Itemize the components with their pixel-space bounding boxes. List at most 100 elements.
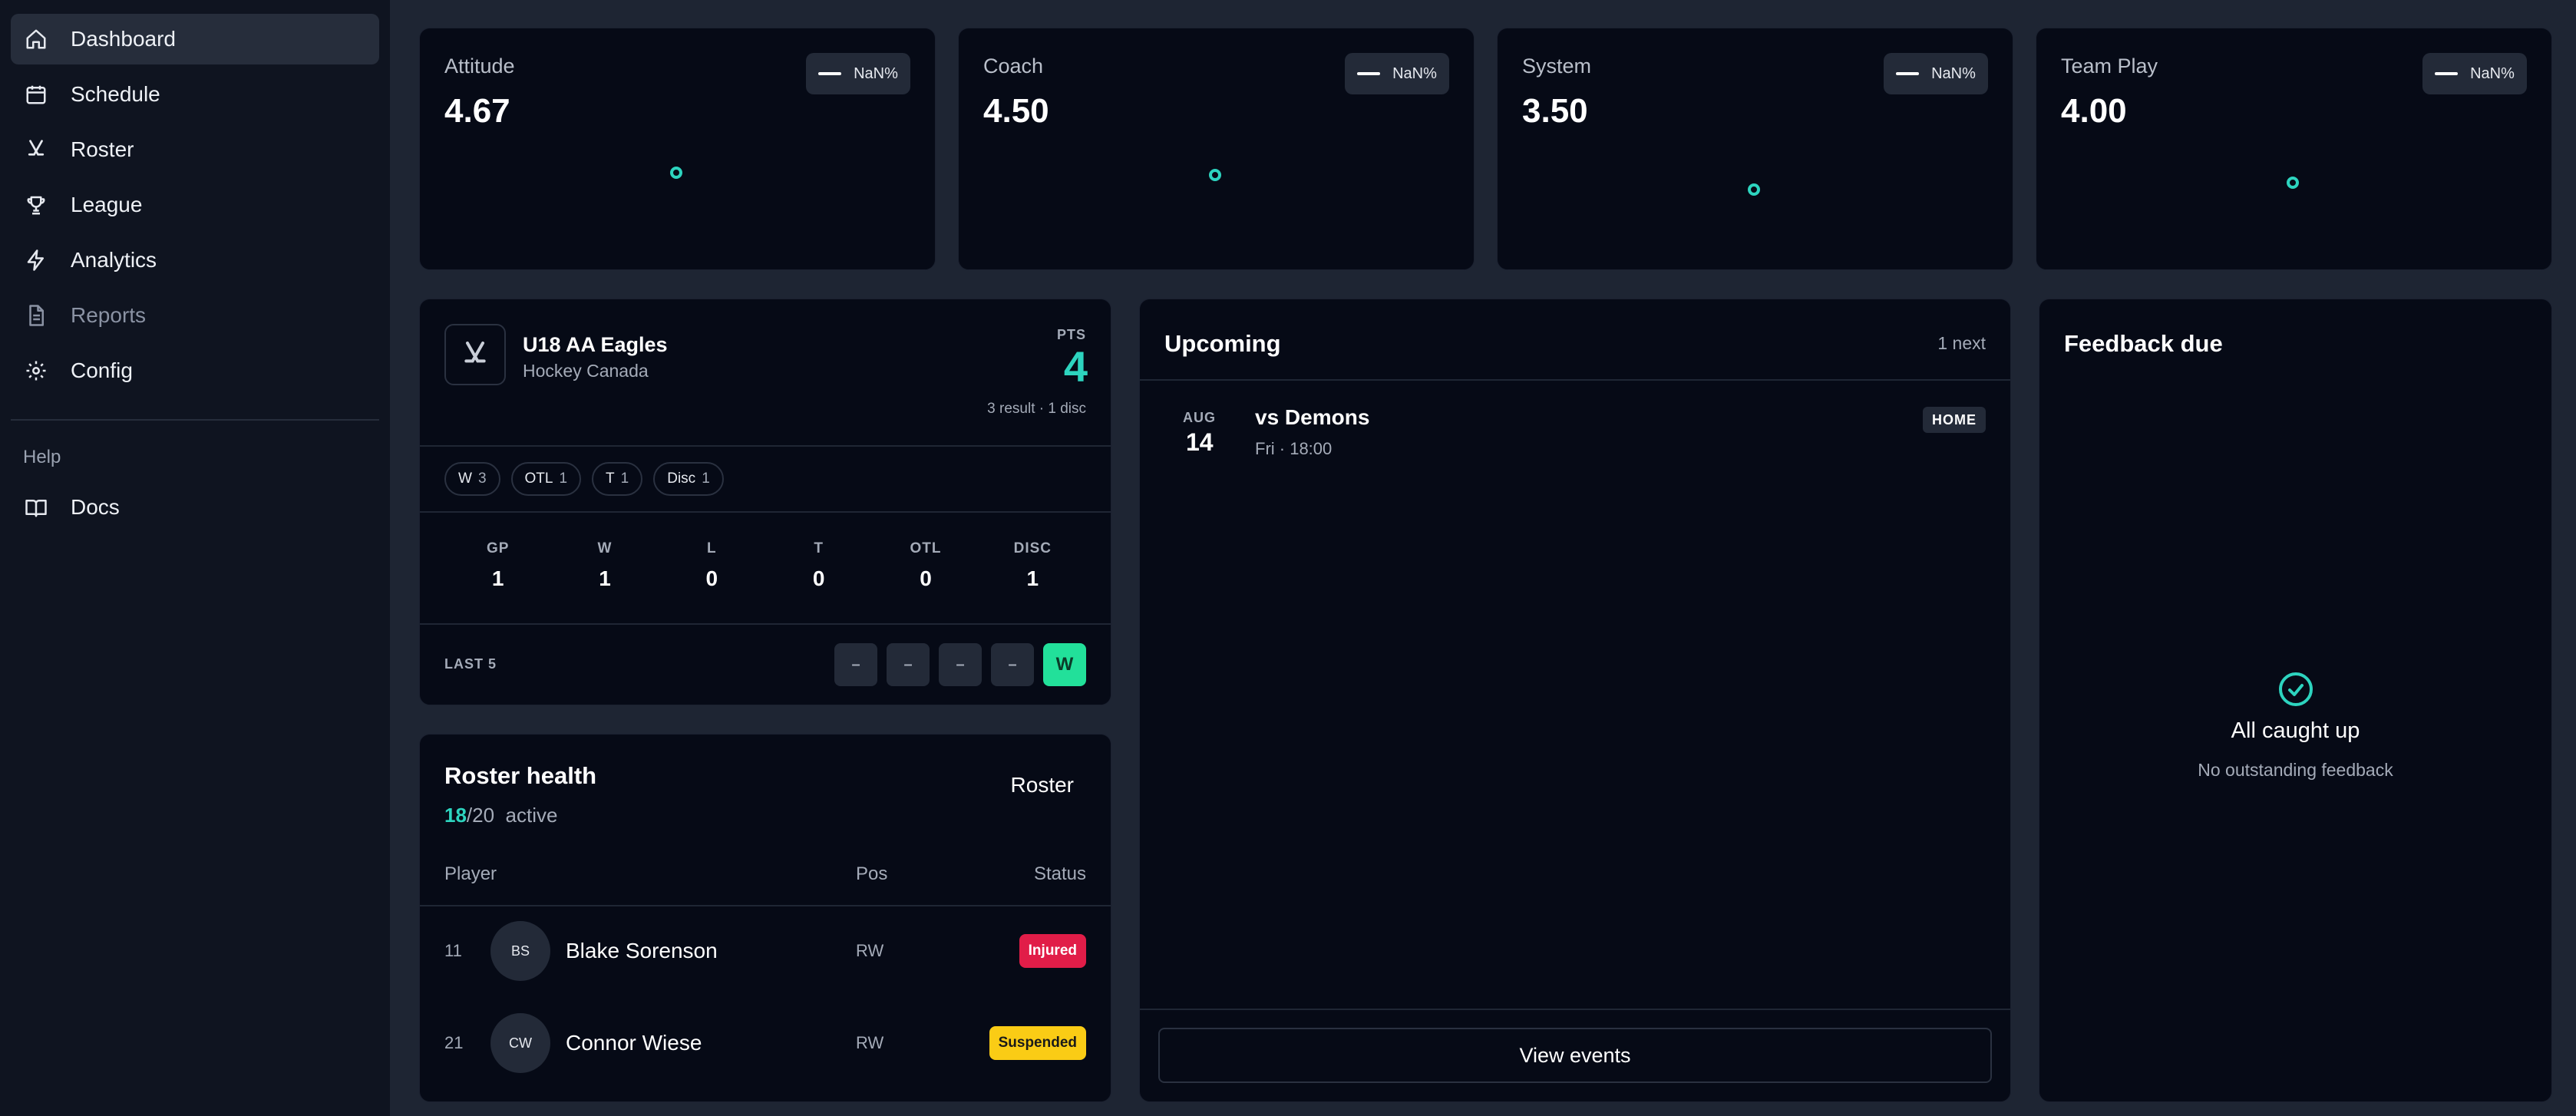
total-count: /20 — [466, 804, 495, 827]
metric-title: Coach — [983, 54, 1044, 78]
column-header-status: Status — [1033, 863, 1086, 884]
sparkline-point — [2287, 177, 2299, 189]
sparkline-point — [670, 167, 682, 179]
roster-health-title: Roster health — [444, 762, 597, 789]
calendar-icon — [23, 81, 49, 107]
hockey-sticks-icon — [464, 342, 486, 363]
stat-value: 1 — [1026, 566, 1039, 590]
sidebar-item-config[interactable]: Config — [11, 345, 379, 396]
document-icon — [23, 302, 49, 329]
dash-icon — [1896, 72, 1920, 75]
upcoming-count: 1 next — [1937, 333, 1986, 353]
book-icon — [23, 494, 49, 520]
player-number: 11 — [444, 941, 462, 960]
metric-value: 4.67 — [444, 92, 510, 130]
stat-label: T — [814, 540, 824, 556]
trend-badge: NaN% — [1884, 53, 1988, 94]
stats-row: GP 1 W1 L0 T0 OTL 0 DISC 1 — [444, 540, 1086, 591]
chip-label: W — [458, 471, 472, 487]
chip-label: OTL — [524, 471, 553, 487]
sidebar-item-league[interactable]: League — [11, 180, 379, 230]
result-box-win: W — [1043, 643, 1086, 686]
upcoming-card: Upcoming 1 next AUG 14 vs Demons Fri · 1… — [1139, 299, 2011, 1102]
trend-badge-label: NaN% — [1392, 64, 1437, 82]
active-count: 18/20 active — [444, 804, 557, 827]
points-summary: 3 result · 1 disc — [987, 401, 1086, 417]
sidebar-item-label: Analytics — [71, 248, 157, 272]
roster-health-card: Roster health 18/20 active Roster Player… — [419, 734, 1111, 1102]
stat-disc: DISC 1 — [979, 540, 1086, 591]
table-row[interactable]: 11 BS Blake Sorenson RW Injured — [420, 913, 1111, 989]
sidebar-item-label: Roster — [71, 137, 134, 161]
event-time: Fri · 18:00 — [1255, 439, 1333, 458]
trend-badge-label: NaN% — [2470, 64, 2515, 82]
trend-badge: NaN% — [806, 53, 910, 94]
sidebar-item-docs[interactable]: Docs — [11, 482, 379, 533]
dash-icon — [2435, 72, 2459, 75]
last5-results: – – – – W — [834, 643, 1086, 686]
view-events-button[interactable]: View events — [1158, 1028, 1992, 1083]
upcoming-title: Upcoming — [1164, 330, 1281, 357]
chip-count: 1 — [620, 471, 629, 487]
metric-value: 4.00 — [2061, 92, 2127, 130]
result-box: – — [991, 643, 1034, 686]
sidebar-item-label: Config — [71, 358, 133, 382]
event-month: AUG — [1183, 410, 1216, 425]
sparkline-point — [1748, 183, 1760, 196]
gear-icon — [23, 358, 49, 384]
event-day: 14 — [1186, 428, 1214, 456]
sidebar-divider — [11, 419, 379, 421]
home-icon — [23, 26, 49, 52]
team-name: U18 AA Eagles — [523, 333, 668, 356]
metric-card-team-play: Team Play 4.00 NaN% — [2036, 28, 2552, 270]
result-box: – — [887, 643, 930, 686]
column-header-pos: Pos — [856, 863, 888, 884]
sidebar-item-analytics[interactable]: Analytics — [11, 235, 379, 286]
metric-card-system: System 3.50 NaN% — [1497, 28, 2013, 270]
trend-badge-label: NaN% — [1931, 64, 1976, 82]
sidebar-item-schedule[interactable]: Schedule — [11, 69, 379, 120]
player-name: Blake Sorenson — [566, 939, 718, 962]
divider — [420, 623, 1111, 625]
sidebar-item-roster[interactable]: Roster — [11, 124, 379, 175]
home-badge: HOME — [1923, 407, 1986, 433]
stat-value: 1 — [599, 566, 611, 590]
chip-label: T — [606, 471, 615, 487]
chip-disc: Disc 1 — [653, 462, 724, 496]
sidebar-item-label: Dashboard — [71, 27, 176, 51]
metric-card-coach: Coach 4.50 NaN% — [958, 28, 1475, 270]
dash-icon — [1357, 72, 1381, 75]
player-number: 21 — [444, 1033, 464, 1052]
sidebar-item-label: League — [71, 193, 143, 216]
dash-icon — [818, 72, 842, 75]
chip-ties: T1 — [592, 462, 643, 496]
chip-count: 3 — [477, 471, 487, 487]
stat-t: T0 — [765, 540, 872, 591]
player-position: RW — [856, 1033, 884, 1052]
metric-card-attitude: Attitude 4.67 NaN% — [419, 28, 936, 270]
trend-badge: NaN% — [2422, 53, 2527, 94]
status-badge: Suspended — [989, 1026, 1086, 1060]
trend-badge-label: NaN% — [854, 64, 898, 82]
stat-label: L — [707, 540, 717, 556]
sparkline-point — [1209, 169, 1221, 181]
roster-button[interactable]: Roster — [999, 765, 1086, 805]
stat-otl: OTL 0 — [872, 540, 979, 591]
event-name: vs Demons — [1255, 405, 1370, 429]
result-box: – — [939, 643, 982, 686]
stat-label: W — [597, 540, 613, 556]
hockey-sticks-icon — [23, 137, 49, 163]
chip-label: Disc — [667, 471, 696, 487]
avatar: BS — [490, 921, 550, 981]
metric-title: Attitude — [444, 54, 515, 78]
stat-value: 0 — [705, 566, 718, 590]
divider — [1140, 1009, 2010, 1010]
team-org: Hockey Canada — [523, 361, 649, 381]
active-label: active — [505, 804, 558, 827]
sidebar-item-dashboard[interactable]: Dashboard — [11, 14, 379, 64]
points-label: PTS — [1056, 327, 1086, 342]
lightning-icon — [23, 247, 49, 273]
team-logo — [444, 324, 506, 385]
sidebar-item-reports[interactable]: Reports — [11, 290, 379, 341]
table-row[interactable]: 21 CW Connor Wiese RW Suspended — [420, 1005, 1111, 1081]
